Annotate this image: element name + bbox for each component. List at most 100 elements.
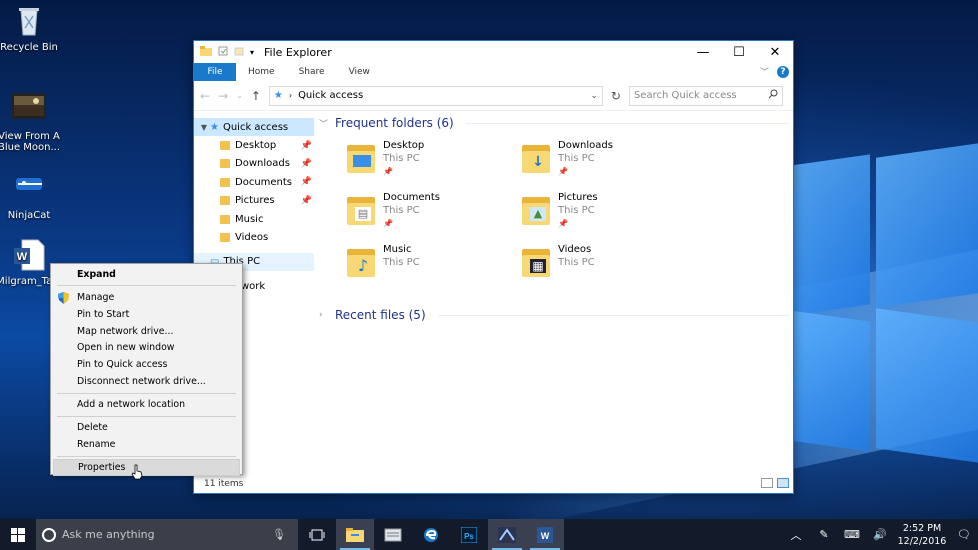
expand-ribbon-icon[interactable]: ﹀: [760, 65, 769, 78]
menu-item-expand[interactable]: Expand: [51, 266, 242, 283]
pin-icon: 📌: [300, 177, 312, 188]
cortana-search-box[interactable]: Ask me anything 🎙: [36, 519, 298, 550]
chevron-right-icon: ›: [319, 310, 323, 320]
desktop-icon-label: Recycle Bin: [0, 42, 58, 53]
folder-grid: Desktop This PC 📌 ↓ Downloads This PC 📌 ▤ Do…: [347, 139, 789, 293]
pin-icon: 📌: [558, 219, 568, 228]
cortana-placeholder: Ask me anything: [62, 528, 155, 541]
maximize-button[interactable]: ☐: [721, 41, 757, 63]
music-folder-icon: ♪: [347, 247, 375, 277]
taskbar-app-notepad[interactable]: [374, 519, 412, 550]
chevron-down-icon: ﹀: [319, 119, 329, 130]
taskbar-photoshop[interactable]: Ps: [450, 519, 488, 550]
folder-tile-downloads[interactable]: ↓ Downloads This PC 📌: [522, 139, 697, 189]
breadcrumb-chevron-icon: ›: [288, 91, 293, 100]
clock-time: 2:52 PM: [902, 522, 942, 534]
folder-name: Downloads: [558, 140, 613, 151]
menu-item-open-new-window[interactable]: Open in new window: [51, 340, 242, 357]
menu-item-map-network-drive[interactable]: Map network drive...: [51, 323, 242, 340]
desktop-folder-icon: [347, 143, 375, 173]
tab-file[interactable]: File: [194, 63, 236, 81]
address-dropdown-icon[interactable]: ⌄: [590, 91, 598, 101]
refresh-button[interactable]: ↻: [611, 89, 621, 103]
up-button[interactable]: ↑: [251, 89, 261, 103]
details-view-icon[interactable]: [761, 478, 773, 488]
folder-tile-pictures[interactable]: ▲ Pictures This PC 📌: [522, 191, 697, 241]
close-button[interactable]: ✕: [757, 41, 793, 63]
folder-location: This PC: [383, 257, 420, 268]
tab-home[interactable]: Home: [236, 63, 287, 81]
menu-item-rename[interactable]: Rename: [51, 436, 242, 453]
tab-share[interactable]: Share: [287, 63, 337, 81]
recent-locations-icon[interactable]: ⌄: [236, 91, 243, 100]
search-placeholder: Search Quick access: [633, 90, 737, 101]
nav-downloads[interactable]: Downloads 📌: [194, 155, 314, 173]
folder-tile-music[interactable]: ♪ Music This PC: [347, 243, 522, 293]
help-icon[interactable]: ?: [777, 65, 789, 78]
collapse-arrow-icon[interactable]: ▼: [198, 123, 210, 132]
nav-videos[interactable]: Videos: [194, 228, 314, 246]
taskbar-word[interactable]: W: [526, 519, 564, 550]
menu-item-add-network-location[interactable]: Add a network location: [51, 396, 242, 413]
pin-icon: 📌: [300, 195, 312, 206]
nav-desktop[interactable]: Desktop 📌: [194, 136, 314, 154]
folder-icon: [220, 177, 230, 187]
menu-item-delete[interactable]: Delete: [51, 420, 242, 437]
breadcrumb[interactable]: Quick access: [298, 90, 584, 101]
start-button[interactable]: [0, 519, 36, 550]
desktop-icon-recycle-bin[interactable]: Recycle Bin: [0, 4, 64, 53]
task-view-button[interactable]: [298, 519, 336, 550]
properties-icon[interactable]: [218, 45, 228, 59]
menu-item-disconnect-network-drive[interactable]: Disconnect network drive...: [51, 373, 242, 390]
folder-location: This PC: [383, 153, 420, 164]
pin-icon: 📌: [383, 167, 393, 176]
uac-shield-icon: [58, 291, 69, 304]
microphone-icon[interactable]: 🎙: [272, 528, 286, 541]
menu-item-pin-quick-access[interactable]: Pin to Quick access: [51, 356, 242, 373]
keyboard-icon[interactable]: ⌨: [838, 528, 866, 541]
volume-icon[interactable]: 🔊: [866, 528, 894, 541]
taskbar-edge[interactable]: [412, 519, 450, 550]
tab-view[interactable]: View: [337, 63, 382, 81]
nav-music[interactable]: Music: [194, 210, 314, 228]
nav-quick-access[interactable]: ▼ ★ Quick access: [194, 118, 314, 137]
pen-icon[interactable]: ✎: [810, 528, 838, 541]
folder-icon: [200, 45, 212, 59]
taskbar-file-explorer[interactable]: [336, 519, 374, 550]
window-title: File Explorer: [264, 45, 332, 59]
back-button[interactable]: ←: [200, 89, 210, 103]
folder-tile-videos[interactable]: ▦ Videos This PC: [522, 243, 697, 293]
folder-tile-documents[interactable]: ▤ Documents This PC 📌: [347, 191, 522, 241]
movie-app-icon: [498, 526, 516, 543]
new-folder-icon[interactable]: [234, 45, 244, 59]
nav-label: Documents: [235, 176, 293, 188]
taskbar-movie-app[interactable]: [488, 519, 526, 550]
desktop-icon-ninjacat[interactable]: NinjaCat: [0, 172, 64, 221]
nav-pictures[interactable]: Pictures 📌: [194, 192, 314, 210]
menu-item-properties[interactable]: Properties: [53, 459, 240, 477]
menu-item-manage[interactable]: Manage: [51, 289, 242, 306]
folder-name: Documents: [383, 192, 441, 203]
folder-tile-desktop[interactable]: Desktop This PC 📌: [347, 139, 522, 189]
svg-text:W: W: [17, 251, 28, 263]
frequent-folders-header[interactable]: ﹀ Frequent folders (6): [319, 113, 789, 133]
recent-files-header[interactable]: › Recent files (5): [319, 305, 789, 325]
address-bar[interactable]: ★ › Quick access ⌄: [268, 85, 603, 106]
menu-item-pin-to-start[interactable]: Pin to Start: [51, 306, 242, 323]
show-hidden-icons-button[interactable]: ︿: [782, 527, 810, 543]
hand-cursor-icon: [131, 464, 143, 480]
large-icons-view-icon[interactable]: [777, 478, 789, 488]
status-bar: 11 items: [194, 475, 793, 493]
desktop-icon-video[interactable]: View From A Blue Moon...: [0, 93, 64, 153]
minimize-button[interactable]: —: [685, 41, 721, 63]
title-bar[interactable]: ▾ File Explorer — ☐ ✕: [194, 41, 793, 63]
search-input[interactable]: Search Quick access: [628, 85, 783, 106]
nav-documents[interactable]: Documents 📌: [194, 173, 314, 191]
photoshop-icon: Ps: [461, 526, 477, 543]
folder-icon: [220, 214, 230, 224]
action-center-icon[interactable]: 🗨: [950, 528, 978, 541]
customize-toolbar-icon[interactable]: ▾: [250, 48, 254, 57]
forward-button[interactable]: →: [218, 89, 228, 103]
nav-label: Music: [235, 213, 264, 225]
clock[interactable]: 2:52 PM 12/2/2016: [894, 522, 950, 548]
